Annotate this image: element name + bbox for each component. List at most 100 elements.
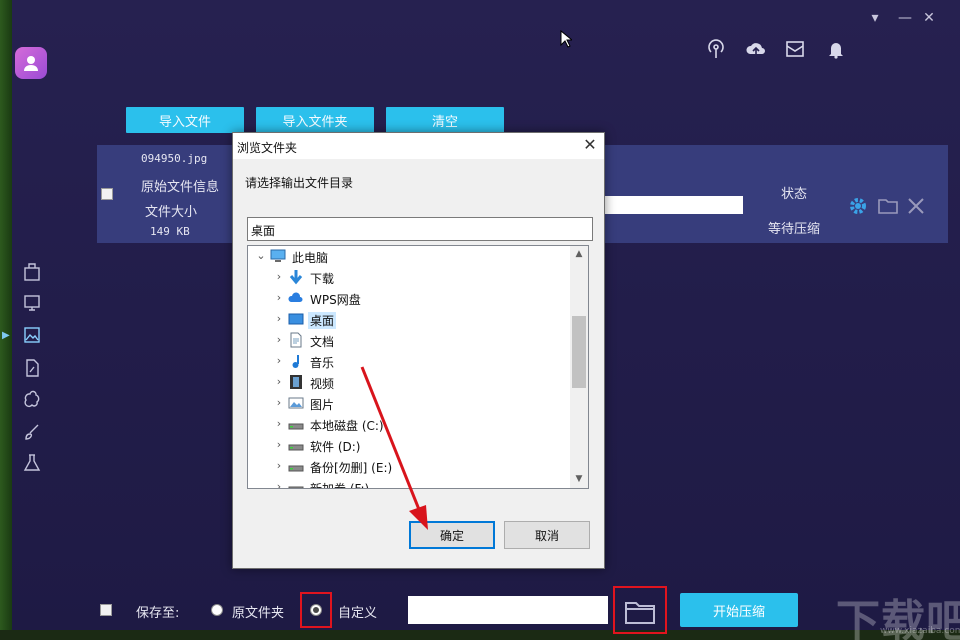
tree-scrollbar[interactable]: ▲ ▼ [570,246,588,488]
close-button[interactable]: ✕ [920,10,938,26]
remove-icon[interactable] [905,195,927,217]
chevron-right-icon[interactable]: › [274,354,284,367]
cloud-icon [288,290,304,306]
title-bar: ▾ — ✕ [0,0,960,100]
desktop-edge-bottom [0,630,960,640]
pdf-compress-icon[interactable] [22,358,42,378]
tree-item[interactable]: › 图片 [248,393,570,414]
dialog-title-bar: 浏览文件夹 ✕ [233,133,604,159]
tree-item[interactable]: › 备份[勿删] (E:) [248,456,570,477]
drive-icon [288,437,304,453]
radio-custom[interactable] [310,604,322,616]
music-icon [288,353,304,369]
tree-item-label: 此电脑 [292,251,329,265]
tree-item-label: 音乐 [310,356,335,370]
tree-item-label: 桌面 [308,312,337,329]
tree-item[interactable]: › WPS网盘 [248,288,570,309]
tree-item[interactable]: ⌄ 此电脑 [248,246,570,267]
tree-item-label: 新加卷 (F:) [310,482,370,489]
app-logo [15,47,47,79]
tree-item-label: 软件 (D:) [310,440,361,454]
dialog-title: 浏览文件夹 [237,141,298,155]
chevron-right-icon[interactable]: › [274,270,284,283]
browse-folder-button[interactable] [617,594,663,630]
watermark-url: www.xiazaiba.com [880,626,960,636]
tree-item-label: WPS网盘 [310,293,361,307]
mouse-cursor-icon [560,30,572,48]
tree-item[interactable]: › 本地磁盘 (C:) [248,414,570,435]
dialog-prompt: 请选择输出文件目录 [245,176,354,190]
chevron-right-icon[interactable]: › [274,438,284,451]
tree-item[interactable]: › 软件 (D:) [248,435,570,456]
folder-name-field[interactable]: 桌面 [247,217,593,241]
import-folder-button[interactable]: 导入文件夹 [256,107,374,133]
minimize-button[interactable]: ▾ [866,10,884,26]
tree-item[interactable]: › 下载 [248,267,570,288]
chevron-right-icon[interactable]: › [274,375,284,388]
broadcast-icon[interactable] [705,38,727,60]
computer-icon [270,248,286,264]
scroll-thumb[interactable] [572,316,586,388]
import-file-button[interactable]: 导入文件 [126,107,244,133]
bottom-checkbox[interactable] [100,604,112,616]
picture-compress-icon[interactable] [22,325,42,345]
user-icon [24,56,38,71]
scroll-down-icon[interactable]: ▼ [570,471,588,488]
file-name: 094950.jpg [141,152,208,165]
tree-item[interactable]: › 视频 [248,372,570,393]
folder-tree[interactable]: ⌄ 此电脑 › 下载 › WPS网盘 › 桌面 › 文档 › 音乐 › 视频 › 图片 › 本地磁盘 (C:) › 软… [247,245,589,489]
chevron-right-icon[interactable]: › [274,417,284,430]
drive-icon [288,479,304,488]
tree-item-label: 图片 [310,398,335,412]
chevron-right-icon[interactable]: › [274,333,284,346]
browse-folder-dialog: 浏览文件夹 ✕ 请选择输出文件目录 桌面 ⌄ 此电脑 › 下载 › WPS网盘 › 桌面 › 文档… [232,132,605,569]
tree-item[interactable]: › 桌面 [248,309,570,330]
chevron-down-icon[interactable]: ⌄ [256,249,266,262]
folder-icon [625,602,655,624]
tree-item-label: 视频 [310,377,335,391]
tree-item[interactable]: › 文档 [248,330,570,351]
scroll-up-icon[interactable]: ▲ [570,246,588,263]
chevron-right-icon[interactable]: › [274,480,284,488]
brain-icon[interactable] [22,390,42,410]
mail-icon[interactable] [784,38,806,60]
tree-item-label: 备份[勿删] (E:) [310,461,393,475]
tree-item-label: 下载 [310,272,335,286]
status-header: 状态 [781,187,808,202]
save-to-label: 保存至: [136,606,180,621]
restore-button[interactable]: — [896,10,914,26]
file-size-value: 149 KB [150,225,190,238]
settings-gear-icon[interactable] [847,195,869,217]
start-compress-button[interactable]: 开始压缩 [680,593,798,627]
flask-icon[interactable] [22,453,42,473]
custom-label: 自定义 [338,606,378,621]
cancel-button[interactable]: 取消 [504,521,590,549]
active-indicator-icon: ▶ [2,330,10,341]
bell-icon[interactable] [825,38,847,60]
file-size-label: 文件大小 [145,205,198,220]
dialog-close-button[interactable]: ✕ [581,136,599,154]
cloud-upload-icon[interactable] [745,38,767,60]
original-info-label: 原始文件信息 [141,180,220,195]
clear-button[interactable]: 清空 [386,107,504,133]
radio-original-folder[interactable] [211,604,223,616]
progress-bar [603,196,743,214]
video-compress-icon[interactable] [22,293,42,313]
tree-item-label: 文档 [310,335,335,349]
tree-item[interactable]: › 新加卷 (F:) [248,477,570,489]
original-folder-label: 原文件夹 [232,606,285,621]
ok-button[interactable]: 确定 [409,521,495,549]
chevron-right-icon[interactable]: › [274,291,284,304]
file-row-checkbox[interactable] [101,188,113,200]
chevron-right-icon[interactable]: › [274,396,284,409]
image-compress-icon[interactable] [22,262,42,282]
brush-icon[interactable] [22,422,42,442]
output-path-input[interactable] [408,596,608,624]
desktop-icon [288,311,304,327]
chevron-right-icon[interactable]: › [274,459,284,472]
download-icon [288,269,304,285]
open-folder-icon[interactable] [877,195,899,217]
video-icon [288,374,304,390]
tree-item[interactable]: › 音乐 [248,351,570,372]
chevron-right-icon[interactable]: › [274,312,284,325]
